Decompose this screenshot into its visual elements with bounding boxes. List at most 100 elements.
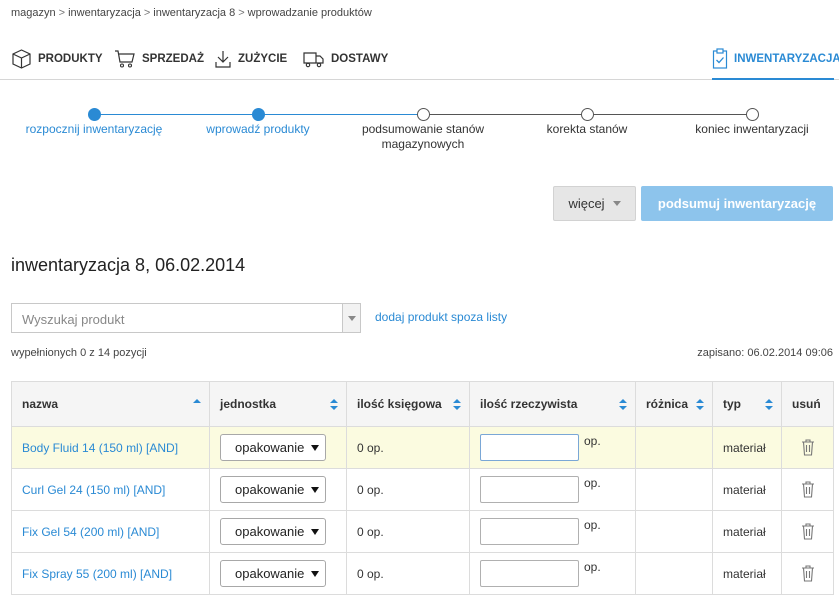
sort-icon [696,399,704,411]
sort-icon [330,399,338,411]
step-connector [94,114,259,115]
add-product-link[interactable]: dodaj produkt spoza listy [375,310,507,324]
nav-item-zuzycie[interactable]: ZUŻYCIE [214,44,287,74]
product-link[interactable]: Body Fluid 14 (150 ml) [AND] [22,441,178,455]
cell-unit: opakowanie [209,468,347,511]
nav-item-dostawy[interactable]: DOSTAWY [303,44,388,74]
search-input[interactable]: Wyszukaj produkt [22,312,124,327]
step-label-line: korekta stanów [546,122,628,136]
actual-qty-input[interactable] [480,518,579,545]
dropdown-arrow-icon [311,445,319,451]
unit-select[interactable]: opakowanie [220,518,326,545]
nav-item-inwentaryzacja[interactable]: INWENTARYZACJA [712,44,839,74]
chevron-down-icon [612,201,621,206]
column-header-label: nazwa [22,397,59,411]
unit-select[interactable]: opakowanie [220,560,326,587]
column-header-type[interactable]: typ [712,381,782,427]
table-row: Fix Spray 55 (200 ml) [AND] opakowanie 0… [11,552,834,595]
main-nav: PRODUKTY SPRZEDAŻ ZUŻYCIE DOSTAWY INWENT… [0,38,839,80]
search-dropdown-toggle[interactable] [342,304,360,332]
product-search-combobox[interactable]: Wyszukaj produkt [11,303,361,333]
column-header-label: typ [723,397,741,411]
box-icon [12,49,31,69]
cell-actual-qty: op. [469,426,636,469]
breadcrumb-item-current: wprowadzanie produktów [247,7,372,19]
breadcrumb-separator: > [143,7,151,19]
cell-unit: opakowanie [209,510,347,553]
table-header-row: nazwa jednostka ilość księgowa ilość rze… [11,381,834,427]
more-button[interactable]: więcej [553,186,636,221]
step-connector [423,114,587,115]
breadcrumb-item[interactable]: inwentaryzacja [68,7,141,19]
actual-qty-input[interactable] [480,560,579,587]
actual-qty-input[interactable] [480,434,579,461]
cell-type: materiał [712,552,782,595]
cell-diff [635,468,713,511]
cell-name: Fix Gel 54 (200 ml) [AND] [11,510,210,553]
cell-book-qty: 0 op. [346,510,470,553]
summarize-inventory-label: podsumuj inwentaryzację [657,196,817,211]
breadcrumb: magazyn > inwentaryzacja > inwentaryzacja 8 >… [11,7,372,19]
column-header-label: usuń [792,397,821,411]
step-label: podsumowanie stanów magazynowych [343,122,503,152]
inventory-table: nazwa jednostka ilość księgowa ilość rze… [11,381,834,595]
cell-unit: opakowanie [209,552,347,595]
step-connector [587,114,752,115]
cell-book-qty: 0 op. [346,552,470,595]
step-label-line: rozpocznij inwentaryzację [25,122,163,136]
step-dot [252,108,265,121]
qty-unit-label: op. [584,560,601,574]
cell-unit: opakowanie [209,426,347,469]
unit-select-value: opakowanie [235,440,305,455]
cell-diff [635,552,713,595]
summarize-inventory-button[interactable]: podsumuj inwentaryzację [641,186,833,221]
column-header-label: różnica [646,397,689,411]
nav-item-label: INWENTARYZACJA [734,53,839,65]
chevron-down-icon [347,315,356,321]
cell-delete [781,426,834,469]
nav-item-produkty[interactable]: PRODUKTY [11,44,103,74]
step-label: korekta stanów [517,122,657,137]
column-header-label: jednostka [220,397,277,411]
column-header-diff[interactable]: różnica [635,381,713,427]
trash-icon[interactable] [801,439,815,456]
column-header-delete: usuń [781,381,834,427]
qty-unit-label: op. [584,476,601,490]
cart-icon [115,50,135,68]
step-label[interactable]: wprowadź produkty [187,122,329,137]
step-label-line: magazynowych [381,137,465,151]
step-label[interactable]: rozpocznij inwentaryzację [14,122,174,137]
dropdown-arrow-icon [311,571,319,577]
unit-select[interactable]: opakowanie [220,476,326,503]
qty-unit-label: op. [584,518,601,532]
cell-type: materiał [712,510,782,553]
cell-book-qty: 0 op. [346,426,470,469]
step-dot [581,108,594,121]
filled-count: wypełnionych 0 z 14 pozycji [11,347,147,359]
column-header-actual-qty[interactable]: ilość rzeczywista [469,381,636,427]
column-header-unit[interactable]: jednostka [209,381,347,427]
cell-delete [781,468,834,511]
column-header-label: ilość rzeczywista [480,397,578,411]
breadcrumb-item[interactable]: inwentaryzacja 8 [153,7,235,19]
column-header-book-qty[interactable]: ilość księgowa [346,381,470,427]
column-header-label: ilość księgowa [357,397,442,411]
cell-delete [781,510,834,553]
trash-icon[interactable] [801,523,815,540]
product-link[interactable]: Curl Gel 24 (150 ml) [AND] [22,483,165,497]
step-label-line: wprowadź produkty [206,122,310,136]
column-header-name[interactable]: nazwa [11,381,210,427]
trash-icon[interactable] [801,481,815,498]
cell-diff [635,510,713,553]
sort-asc-icon [193,399,201,411]
product-link[interactable]: Fix Gel 54 (200 ml) [AND] [22,525,159,539]
cell-delete [781,552,834,595]
nav-item-sprzedaz[interactable]: SPRZEDAŻ [114,44,204,74]
trash-icon[interactable] [801,565,815,582]
saved-timestamp: zapisano: 06.02.2014 09:06 [697,347,833,359]
breadcrumb-item[interactable]: magazyn [11,7,56,19]
step-label-line: podsumowanie stanów [361,122,485,136]
actual-qty-input[interactable] [480,476,579,503]
unit-select[interactable]: opakowanie [220,434,326,461]
product-link[interactable]: Fix Spray 55 (200 ml) [AND] [22,567,172,581]
